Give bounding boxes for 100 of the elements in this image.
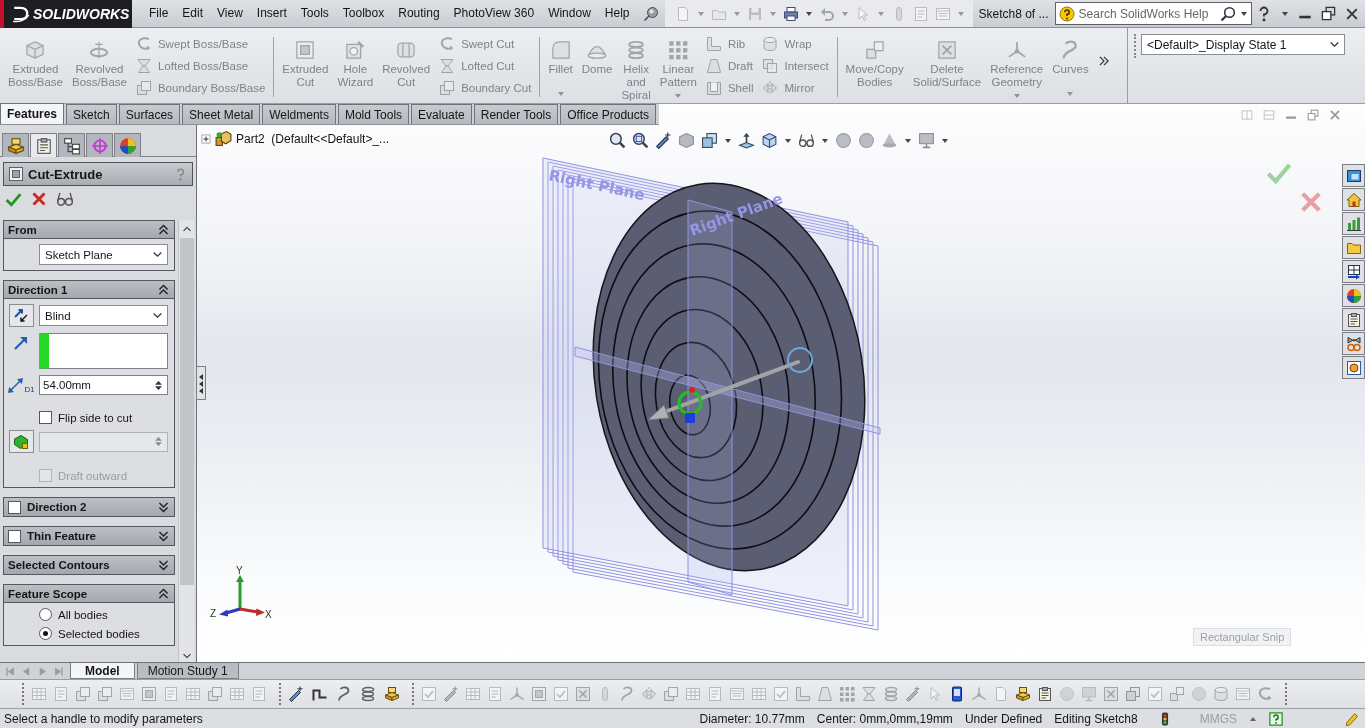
menu-item[interactable]: Routing xyxy=(391,0,447,27)
lined-page-icon[interactable] xyxy=(912,5,929,22)
scrollbar-thumb[interactable] xyxy=(179,238,194,585)
view-tab[interactable]: Motion Study 1 xyxy=(136,663,239,679)
panel-tab[interactable] xyxy=(2,133,29,157)
skip-forward-icon[interactable] xyxy=(53,665,64,677)
cone-icon[interactable] xyxy=(881,132,898,149)
view-tab[interactable]: Model xyxy=(70,663,135,679)
chevron-down-icon[interactable] xyxy=(181,651,192,661)
dropdown[interactable]: Blind xyxy=(39,305,168,326)
table-icon[interactable] xyxy=(229,686,245,702)
check-icon[interactable] xyxy=(5,190,22,208)
caret-icon[interactable] xyxy=(784,136,792,145)
hexagon-icon[interactable] xyxy=(678,132,695,149)
task-pane-tab[interactable] xyxy=(1342,308,1365,331)
caret-icon[interactable] xyxy=(941,136,949,145)
draft-button[interactable] xyxy=(8,430,34,453)
table-icon[interactable] xyxy=(465,686,481,702)
radio-button[interactable] xyxy=(39,627,52,640)
split-window-icon[interactable] xyxy=(1241,108,1253,121)
l-bracket-icon[interactable] xyxy=(795,686,811,702)
search-icon[interactable] xyxy=(1219,5,1236,22)
search-field[interactable]: Search SolidWorks Help xyxy=(1054,2,1252,25)
command-tab[interactable]: Render Tools xyxy=(473,104,559,124)
list-window-icon[interactable] xyxy=(119,686,135,702)
double-chevron-right-icon[interactable] xyxy=(1097,55,1110,67)
magnifier-box-icon[interactable] xyxy=(632,132,649,149)
lined-page-icon[interactable] xyxy=(251,686,267,702)
command-tab[interactable]: Evaluate xyxy=(411,104,472,124)
wedge-icon[interactable] xyxy=(817,686,833,702)
stacked-squares-icon[interactable] xyxy=(701,132,718,149)
tablet-icon[interactable] xyxy=(949,686,965,702)
check-box-icon[interactable] xyxy=(553,686,569,702)
magnifier-icon[interactable] xyxy=(609,132,626,149)
command-tab[interactable]: Surfaces xyxy=(118,104,181,124)
depth-field[interactable]: 54.00mm xyxy=(39,375,168,395)
tree-item[interactable]: Part2 (Default<<Default>_... xyxy=(236,131,390,146)
task-pane-tab[interactable] xyxy=(1342,212,1365,235)
lined-page-icon[interactable] xyxy=(487,686,503,702)
pencil-icon[interactable] xyxy=(1345,711,1359,726)
stacked-sheets-icon[interactable] xyxy=(663,686,679,702)
collapse-handle[interactable] xyxy=(196,366,206,400)
command-tab[interactable]: Features xyxy=(0,103,65,124)
axes-icon[interactable] xyxy=(509,686,525,702)
blocks-icon[interactable] xyxy=(1015,686,1031,702)
restore-icon[interactable] xyxy=(1321,6,1336,21)
curved-arrow-icon[interactable] xyxy=(1257,686,1273,702)
display-state-dropdown[interactable]: <Default>_Display State 1 xyxy=(1141,34,1345,55)
group-header[interactable]: Direction 2 xyxy=(4,498,174,516)
clipboard-icon[interactable] xyxy=(1037,686,1053,702)
split-window-icon[interactable] xyxy=(1263,108,1275,121)
arrow-on-plane-icon[interactable] xyxy=(738,132,755,149)
sphere-icon[interactable] xyxy=(1059,686,1075,702)
monitor-icon[interactable] xyxy=(1081,686,1097,702)
group-header[interactable]: Selected Contours xyxy=(4,556,174,574)
axes-icon[interactable] xyxy=(971,686,987,702)
dot-grid-icon[interactable] xyxy=(839,686,855,702)
table-icon[interactable] xyxy=(751,686,767,702)
menu-item[interactable]: Edit xyxy=(175,0,211,27)
sphere-icon[interactable] xyxy=(858,132,875,149)
stacked-sheets-icon[interactable] xyxy=(97,686,113,702)
triangle-left-icon[interactable] xyxy=(21,665,32,677)
crossed-box-icon[interactable] xyxy=(575,686,591,702)
command-tab[interactable]: Weldments xyxy=(262,104,336,124)
framed-square-icon[interactable] xyxy=(531,686,547,702)
mirrored-triangles-icon[interactable] xyxy=(641,686,657,702)
glasses-icon[interactable] xyxy=(56,190,74,208)
group-header[interactable]: Thin Feature xyxy=(4,527,174,545)
caret-icon[interactable] xyxy=(1239,9,1248,18)
two-squares-icon[interactable] xyxy=(1169,686,1185,702)
coil-icon[interactable] xyxy=(360,686,376,702)
menu-item[interactable]: Help xyxy=(597,0,637,27)
menu-item[interactable]: Tools xyxy=(293,0,336,27)
pushpin-icon[interactable] xyxy=(642,5,659,22)
caret-icon[interactable] xyxy=(724,136,732,145)
task-pane-tab[interactable] xyxy=(1342,260,1365,283)
printer-icon[interactable] xyxy=(782,5,799,22)
scrollbar[interactable] xyxy=(178,220,194,662)
triangle-right-icon[interactable] xyxy=(37,665,48,677)
page-icon[interactable] xyxy=(993,686,1009,702)
caret-icon[interactable] xyxy=(1281,9,1289,18)
radio-button[interactable] xyxy=(39,608,52,621)
menu-item[interactable]: Insert xyxy=(249,0,294,27)
task-pane-tab[interactable] xyxy=(1342,332,1365,355)
close-icon[interactable] xyxy=(1345,6,1359,21)
menu-item[interactable]: File xyxy=(142,0,176,27)
task-pane-tab[interactable] xyxy=(1342,164,1365,187)
panel-tab[interactable] xyxy=(114,133,141,157)
stacked-sheets-icon[interactable] xyxy=(207,686,223,702)
blocks-icon[interactable] xyxy=(384,686,400,702)
command-tab[interactable]: Office Products xyxy=(560,104,657,124)
selection-box[interactable] xyxy=(39,333,168,369)
dropdown[interactable]: Sketch Plane xyxy=(39,244,168,265)
cylinder-icon[interactable] xyxy=(1213,686,1229,702)
command-tab[interactable]: Sheet Metal xyxy=(182,104,261,124)
command-tab[interactable]: Sketch xyxy=(66,104,117,124)
list-window-icon[interactable] xyxy=(1235,686,1251,702)
stacked-sheets-icon[interactable] xyxy=(75,686,91,702)
group-header[interactable]: Direction 1 xyxy=(4,281,174,299)
chevron-up-icon[interactable] xyxy=(181,224,192,234)
